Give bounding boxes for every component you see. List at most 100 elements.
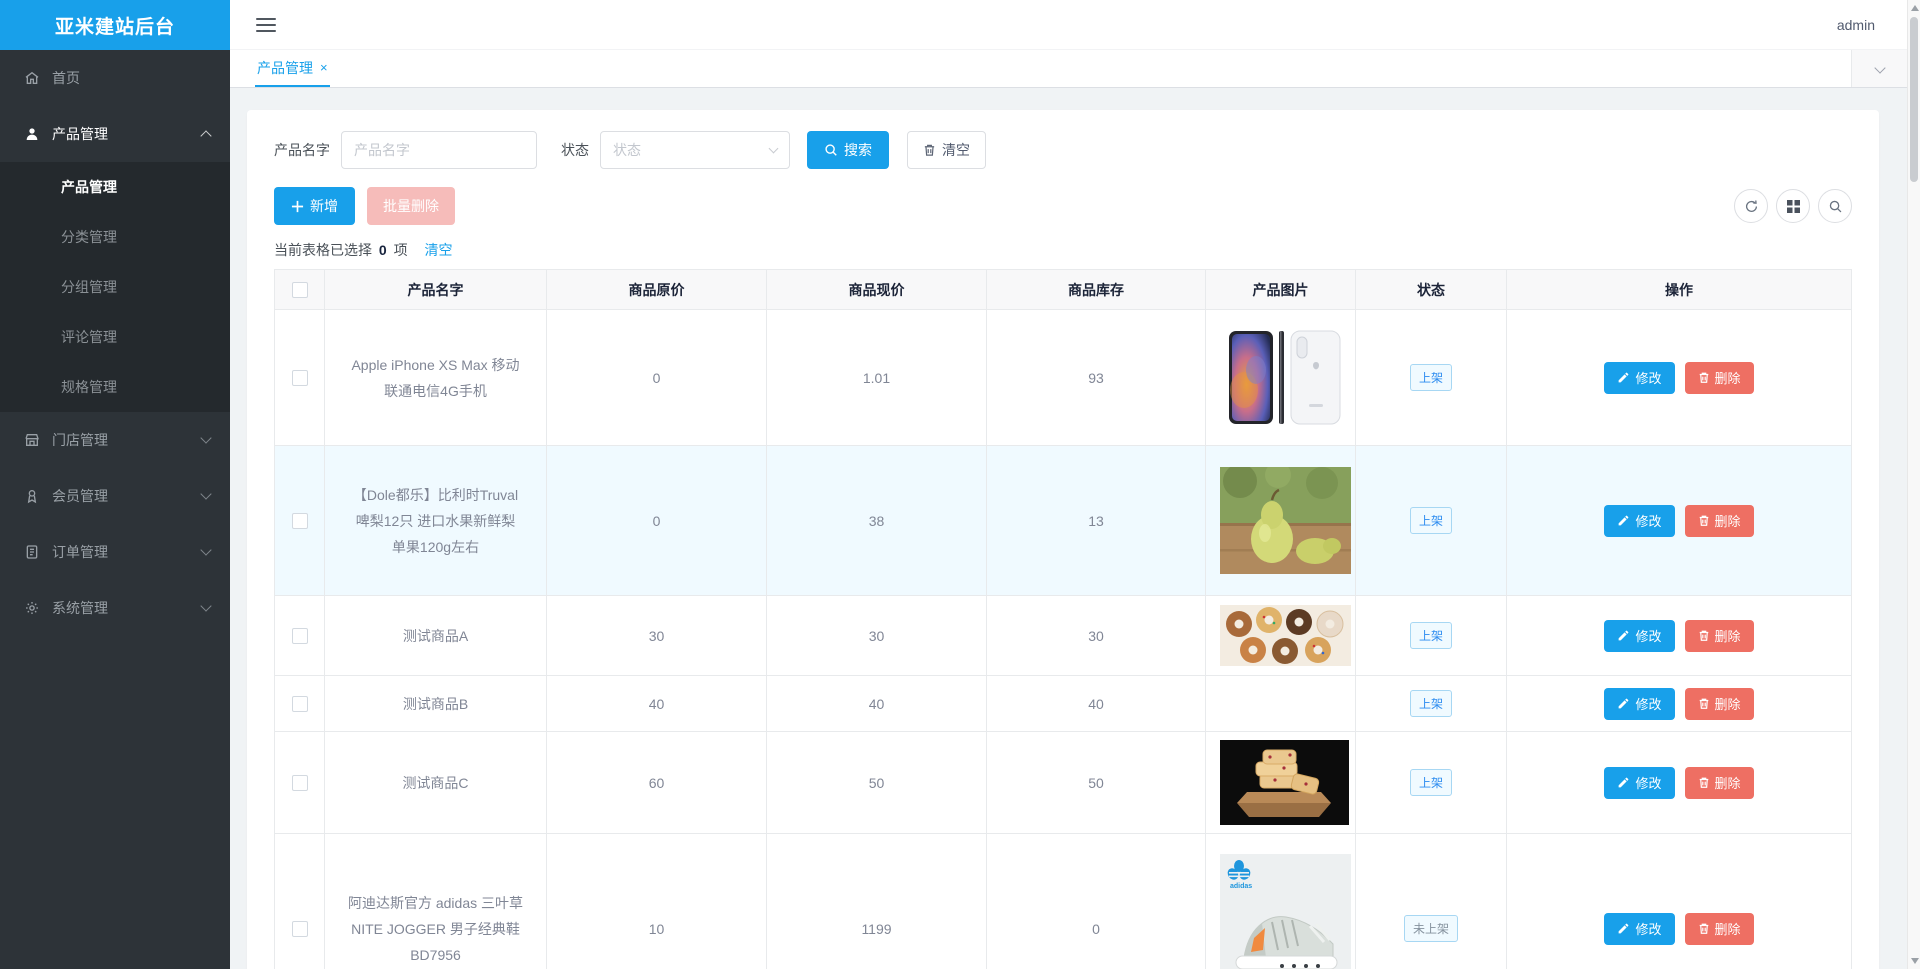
product-image-cell: [1205, 445, 1356, 596]
trash-icon: [1699, 372, 1708, 383]
column-settings-button[interactable]: [1776, 189, 1810, 223]
scroll-down-arrow-icon[interactable]: [1911, 958, 1919, 964]
sidebar-item-0[interactable]: 首页: [0, 50, 230, 106]
order-icon: [24, 544, 41, 561]
current-price-cell: 50: [766, 731, 987, 834]
search-icon: [1829, 200, 1841, 212]
status-select-placeholder: 状态: [613, 142, 641, 158]
scrollbar-thumb[interactable]: [1910, 17, 1918, 182]
user-menu[interactable]: admin: [1831, 17, 1881, 33]
submenu-item[interactable]: 规格管理: [0, 362, 230, 412]
delete-button[interactable]: 删除: [1684, 766, 1754, 799]
chevron-down-icon: [1873, 61, 1886, 74]
search-button[interactable]: 搜索: [807, 131, 889, 169]
hamburger-menu-icon[interactable]: [256, 14, 276, 36]
column-header: 状态: [1355, 269, 1507, 310]
submenu: 产品管理 分类管理 分组管理 评论管理 规格管理: [0, 162, 230, 412]
selection-info: 当前表格已选择 0 项 清空: [274, 240, 1852, 260]
top-navbar: admin: [230, 0, 1907, 50]
refresh-button[interactable]: [1734, 189, 1768, 223]
product-image-cell: adidas: [1205, 833, 1356, 969]
clear-button[interactable]: 清空: [907, 131, 986, 169]
selection-clear-link[interactable]: 清空: [424, 242, 452, 258]
status-label: 状态: [561, 142, 589, 158]
column-header: 操作: [1506, 269, 1852, 310]
edit-button[interactable]: 修改: [1604, 687, 1675, 720]
row-checkbox[interactable]: [291, 627, 308, 644]
edit-button-label: 修改: [1635, 629, 1662, 644]
status-badge: 上架: [1409, 769, 1452, 796]
main-content: 产品名字 状态 状态 搜索 清空: [230, 88, 1907, 969]
product-table: 产品名字 商品原价 商品现价 商品库存 产品图片 状态 操作 Apple iPhone XS…: [274, 269, 1852, 969]
status-badge: 未上架: [1403, 915, 1458, 942]
product-image-cell: [1205, 595, 1356, 676]
sidebar-item-2[interactable]: 门店管理: [0, 412, 230, 468]
tab-label: 产品管理: [257, 59, 313, 76]
edit-pencil-icon: [1619, 372, 1629, 383]
sidebar-item-5[interactable]: 系统管理: [0, 580, 230, 636]
sidebar-item-4[interactable]: 订单管理: [0, 524, 230, 580]
edit-button-label: 修改: [1635, 922, 1662, 937]
pear-product-image: [1220, 462, 1351, 574]
table-search-button[interactable]: [1818, 189, 1852, 223]
product-name-input[interactable]: [341, 131, 537, 169]
row-checkbox[interactable]: [291, 920, 308, 937]
current-price-cell: 1199: [766, 833, 987, 969]
tab-product-management[interactable]: 产品管理 ×: [255, 50, 330, 87]
sidebar: 亚米建站后台 首页 产品管理 产品管理 分类管理 分组管理 评论管理 规格管理 门店管理 会员管…: [0, 0, 230, 969]
original-price-cell: 10: [546, 833, 767, 969]
row-checkbox[interactable]: [291, 774, 308, 791]
table-row: 测试商品C 60 50 50 上架 修改 删除: [274, 731, 1852, 834]
delete-button[interactable]: 删除: [1684, 912, 1754, 945]
gear-icon: [24, 600, 41, 617]
edit-button[interactable]: 修改: [1604, 619, 1675, 652]
member-icon: [24, 488, 41, 505]
edit-button-label: 修改: [1635, 371, 1662, 386]
row-checkbox[interactable]: [291, 695, 308, 712]
edit-button[interactable]: 修改: [1604, 766, 1675, 799]
original-price-cell: 40: [546, 675, 767, 732]
product-name-label: 产品名字: [274, 142, 330, 158]
table-row: 测试商品A 30 30 30 上架 修改 删除: [274, 595, 1852, 676]
tab-close-icon[interactable]: ×: [320, 61, 328, 74]
batch-delete-button[interactable]: 批量删除: [367, 187, 455, 225]
trash-icon: [1699, 515, 1708, 526]
sidebar-item-1[interactable]: 产品管理: [0, 106, 230, 162]
row-checkbox[interactable]: [291, 369, 308, 386]
column-header: 商品原价: [546, 269, 767, 310]
edit-button[interactable]: 修改: [1604, 504, 1675, 537]
delete-button-label: 删除: [1714, 697, 1741, 712]
sidebar-item-3[interactable]: 会员管理: [0, 468, 230, 524]
select-all-checkbox[interactable]: [291, 281, 308, 298]
delete-button-label: 删除: [1714, 514, 1741, 529]
submenu-item[interactable]: 分组管理: [0, 262, 230, 312]
table-header-row: 产品名字 商品原价 商品现价 商品库存 产品图片 状态 操作: [274, 269, 1852, 310]
current-price-cell: 38: [766, 445, 987, 596]
status-badge: 上架: [1409, 364, 1452, 391]
original-price-cell: 30: [546, 595, 767, 676]
delete-button[interactable]: 删除: [1684, 687, 1754, 720]
delete-button[interactable]: 删除: [1684, 504, 1754, 537]
add-button[interactable]: 新增: [274, 187, 355, 225]
chevron-down-icon: [200, 600, 212, 612]
edit-button[interactable]: 修改: [1604, 361, 1675, 394]
delete-button[interactable]: 删除: [1684, 619, 1754, 652]
vertical-scrollbar[interactable]: [1907, 0, 1920, 969]
home-icon: [24, 70, 41, 87]
edit-button[interactable]: 修改: [1604, 912, 1675, 945]
submenu-item[interactable]: 分类管理: [0, 212, 230, 262]
delete-button-label: 删除: [1714, 371, 1741, 386]
scroll-up-arrow-icon[interactable]: [1911, 5, 1919, 11]
submenu-item[interactable]: 产品管理: [0, 162, 230, 212]
sidebar-menu: 首页 产品管理 产品管理 分类管理 分组管理 评论管理 规格管理 门店管理 会员管理 订单管理 系统…: [0, 50, 230, 636]
row-checkbox[interactable]: [291, 512, 308, 529]
product-name-cell: Apple iPhone XS Max 移动联通电信4G手机: [324, 309, 547, 446]
column-header: 产品图片: [1205, 269, 1356, 310]
current-price-cell: 1.01: [766, 309, 987, 446]
tab-list-dropdown-button[interactable]: [1851, 50, 1907, 87]
product-image-cell: [1205, 731, 1356, 834]
submenu-item[interactable]: 评论管理: [0, 312, 230, 362]
delete-button[interactable]: 删除: [1684, 361, 1754, 394]
table-row: 测试商品B 40 40 40 上架 修改 删除: [274, 675, 1852, 732]
status-select[interactable]: 状态: [600, 131, 790, 169]
